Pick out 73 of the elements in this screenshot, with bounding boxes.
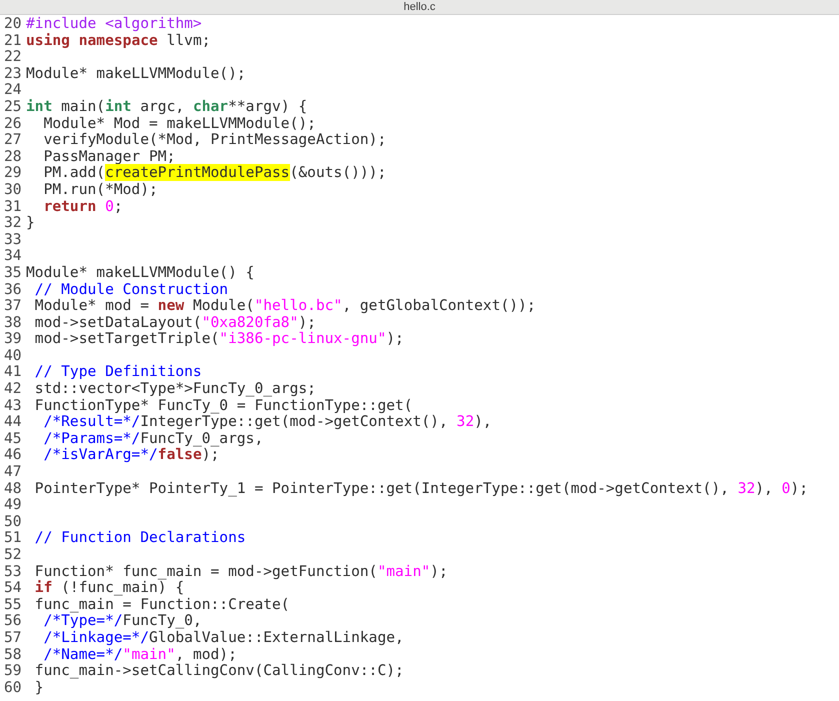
code-line: Module* Mod = makeLLVMModule();: [42, 116, 316, 132]
code-line: mod->setDataLayout("0xa820fa8");: [34, 314, 316, 332]
code-line: using namespace llvm;: [26, 32, 211, 50]
code-line: Module* makeLLVMModule();: [26, 66, 246, 82]
line-number: 50: [3, 514, 23, 530]
code-line: return 0;: [42, 198, 123, 216]
code-line: int main(int argc, char**argv) {: [26, 98, 308, 116]
line-number: 25: [3, 98, 23, 116]
line-number: 37: [3, 298, 23, 315]
code-line: /*Name=*/"main", mod);: [42, 646, 237, 664]
line-number: 40: [3, 348, 23, 364]
line-number: 32: [3, 215, 23, 232]
line-number: 51: [3, 530, 23, 547]
code-line: PassManager PM;: [42, 148, 176, 166]
line-number: 53: [3, 564, 23, 580]
code-line: func_main = Function::Create(: [34, 596, 290, 614]
line-number: 26: [3, 116, 23, 132]
line-number: 35: [3, 264, 23, 282]
code-line: }: [34, 680, 44, 696]
line-number: 57: [3, 630, 23, 647]
line-number: 54: [3, 580, 23, 597]
code-line: }: [26, 215, 35, 232]
line-number: 22: [3, 49, 23, 66]
line-number: 55: [3, 596, 23, 614]
line-number: 42: [3, 381, 23, 398]
line-number: 28: [3, 148, 23, 166]
line-number: 36: [3, 282, 23, 298]
code-line: Function* func_main = mod->getFunction("main");: [34, 564, 448, 580]
code-line: #include <algorithm>: [26, 16, 202, 33]
code-line: std::vector<Type*>FuncTy_0_args;: [34, 381, 316, 398]
code-line: // Module Construction: [34, 282, 228, 298]
code-line: PM.run(*Mod);: [42, 182, 158, 199]
code-line: /*isVarArg=*/false);: [42, 447, 220, 464]
line-number: 31: [3, 198, 23, 216]
code-line: Module* makeLLVMModule() {: [26, 264, 254, 282]
code-line: FunctionType* FuncTy_0 = FunctionType::get(: [34, 398, 413, 414]
line-number: 33: [3, 232, 23, 248]
line-number: 45: [3, 430, 23, 448]
line-number: 47: [3, 464, 23, 481]
line-number: 46: [3, 447, 23, 464]
code-line: if (!func_main) {: [34, 580, 184, 597]
code-line: mod->setTargetTriple("i386-pc-linux-gnu");: [34, 331, 404, 348]
code-line: /*Result=*/IntegerType::get(mod->getContext(), 32),: [42, 414, 492, 431]
code-line: /*Type=*/FuncTy_0,: [44, 613, 202, 630]
code-line: /*Linkage=*/GlobalValue::ExternalLinkage,: [42, 630, 404, 647]
line-number: 24: [3, 82, 23, 99]
code-line: Module* mod = new Module("hello.bc", getGlobalContext());: [34, 298, 536, 315]
code-line: /*Params=*/FuncTy_0_args,: [42, 430, 264, 448]
line-number: 59: [3, 663, 23, 680]
line-number: 49: [3, 497, 23, 514]
window-title: hello.c: [404, 2, 436, 12]
line-number: 34: [3, 248, 23, 265]
line-number: 44: [3, 414, 23, 431]
line-number: 27: [3, 132, 23, 149]
line-number: 23: [3, 66, 23, 82]
line-number: 39: [3, 331, 23, 348]
line-number: 60: [3, 680, 23, 696]
line-number: 52: [3, 547, 23, 564]
line-number: 48: [3, 480, 23, 498]
line-number: 20: [3, 16, 23, 33]
code-line: // Type Definitions: [34, 364, 202, 382]
line-number: 58: [3, 646, 23, 664]
code-line: // Function Declarations: [34, 530, 246, 547]
line-number: 38: [3, 314, 23, 332]
code-line: func_main->setCallingConv(CallingConv::C);: [34, 663, 404, 680]
line-number: 41: [3, 364, 23, 382]
line-number: 56: [3, 613, 23, 630]
line-number: 29: [3, 165, 23, 182]
code-line: verifyModule(*Mod, PrintMessageAction);: [42, 132, 386, 149]
line-number: 21: [3, 32, 23, 50]
line-number: 43: [3, 398, 23, 414]
code-line: PointerType* PointerTy_1 = PointerType::get(IntegerType::get(mod->getContext(), 32), 0);: [34, 480, 808, 498]
line-number: 30: [3, 182, 23, 199]
